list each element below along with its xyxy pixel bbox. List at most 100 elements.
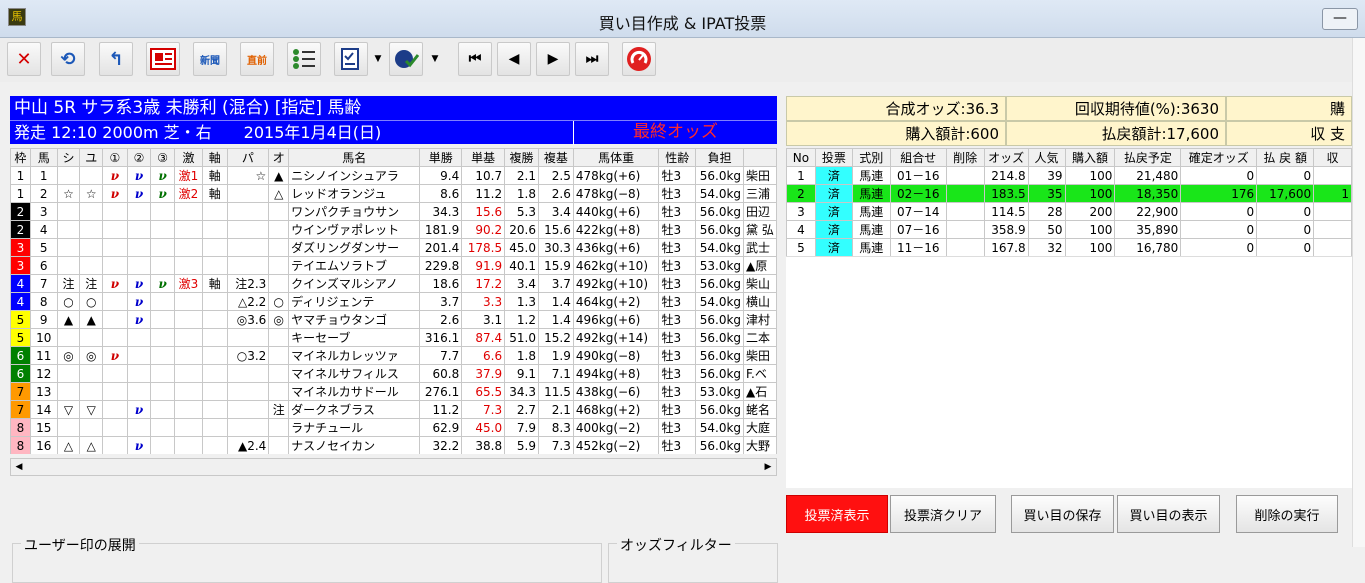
horse-col-header[interactable]: 激 [174, 148, 203, 167]
horse-cell: 牡3 [658, 238, 697, 257]
table-row[interactable]: 6 11 ◎ ◎ ν ○3.2 マイネルカレッツァ 7.7 6.6 1.8 1.9 490kg(−8)… [10, 346, 777, 365]
horse-cell: 1.9 [537, 346, 574, 365]
bet-col-header[interactable]: 式別 [851, 148, 891, 167]
horse-cell: 2 [10, 220, 31, 239]
horse-cell: 柴山 [743, 274, 777, 293]
vote-done-clear-button[interactable]: 投票済クリア [890, 495, 996, 533]
horse-col-header[interactable]: 馬体重 [572, 148, 660, 167]
user-marks-label: ユーザー印の展開 [21, 535, 139, 555]
bet-col-header[interactable]: 購入額 [1064, 148, 1116, 167]
pre-race-button[interactable]: 直前 [240, 42, 274, 76]
horse-col-header[interactable]: 性齢 [658, 148, 697, 167]
minimize-button[interactable]: — [1322, 8, 1358, 30]
horse-col-header[interactable]: 枠 [10, 148, 31, 167]
vote-check-dropdown[interactable]: ▼ [428, 42, 442, 76]
table-row[interactable]: 1 済馬連 01－16 214.8 39 100 21,480 0 0 [786, 166, 1352, 185]
bet-col-header[interactable]: 払 戻 額 [1256, 148, 1315, 167]
horse-cell: 5 [10, 310, 31, 329]
bet-col-header[interactable]: 組合せ [889, 148, 947, 167]
horse-col-header[interactable]: 負担 [695, 148, 745, 167]
horse-col-header[interactable] [743, 148, 777, 167]
horse-col-header[interactable]: パ [226, 148, 270, 167]
table-row[interactable]: 6 12 マイネルサフィルス 60.8 37.9 9.1 7.1 494kg(+8) 牡3 56.… [10, 364, 777, 383]
undo-button[interactable]: ↰ [99, 42, 133, 76]
horse-col-header[interactable]: シ [56, 148, 81, 167]
ipat-button[interactable] [622, 42, 656, 76]
next-button[interactable]: ▶ [536, 42, 570, 76]
horse-cell [56, 202, 81, 221]
table-row[interactable]: 5 9 ▲ ▲ ν ◎3.6 ◎ ヤマチョウタンゴ 2.6 3.1 1.2 1.4 496kg(+6) 牡… [10, 310, 777, 329]
checklist-button[interactable] [334, 42, 368, 76]
horse-cell: 20.6 [504, 220, 539, 239]
refresh-button[interactable]: ⟲ [51, 42, 85, 76]
table-row[interactable]: 5 10 キーセーブ 316.1 87.4 51.0 15.2 492kg(+14) 牡3 56.… [10, 328, 777, 347]
horse-col-header[interactable]: 馬名 [288, 148, 421, 167]
table-row[interactable]: 4 7 注注 ν ν ν 激3 軸注2.3 クインズマルシアノ 18.6 17.2 3.4 3.7 492… [10, 274, 777, 293]
table-row[interactable]: 7 14 ▽ ▽ ν 注ダークネブラス 11.2 7.3 2.7 2.1 468kg(+2) 牡3 56… [10, 400, 777, 419]
vote-check-button[interactable] [389, 42, 423, 76]
horse-cell [201, 220, 228, 239]
horse-col-header[interactable]: オ [268, 148, 290, 167]
table-row[interactable]: 8 16 △ △ ν ▲2.4 ナスノセイカン 32.2 38.8 5.9 7.3 452kg(−2)… [10, 436, 777, 454]
first-button[interactable]: ⏮ [458, 42, 492, 76]
table-row[interactable]: 4 済馬連 07－16 358.9 50 100 35,890 0 0 [786, 220, 1352, 239]
horse-cell [56, 238, 81, 257]
close-button[interactable]: ✕ [7, 42, 41, 76]
table-row[interactable]: 8 15 ラナチュール 62.9 45.0 7.9 8.3 400kg(−2) 牡3 54.0kg… [10, 418, 777, 437]
table-row[interactable]: 3 済馬連 07－14 114.5 28 200 22,900 0 0 [786, 202, 1352, 221]
horse-col-header[interactable]: 軸 [201, 148, 228, 167]
paper-button[interactable] [146, 42, 180, 76]
bet-col-header[interactable]: 人気 [1027, 148, 1066, 167]
table-row[interactable]: 2 3 ワンパクチョウサン 34.3 15.6 5.3 3.4 440kg(+6) 牡3 56.0… [10, 202, 777, 221]
table-row[interactable]: 2 4 ウインヴァポレット 181.9 90.2 20.6 15.6 422kg(+8) 牡3 5… [10, 220, 777, 239]
table-row[interactable]: 4 8 ○ ○ ν △2.2 ○ ディリジェンテ 3.7 3.3 1.3 1.4 464kg(+2) 牡3… [10, 292, 777, 311]
horse-cell [126, 238, 152, 257]
horse-col-header[interactable]: 馬 [29, 148, 58, 167]
horse-col-header[interactable]: ② [126, 148, 152, 167]
horse-cell: 490kg(−8) [572, 346, 660, 365]
horse-cell: 3.7 [419, 292, 463, 311]
checklist-dropdown[interactable]: ▼ [371, 42, 385, 76]
show-bets-button[interactable]: 買い目の表示 [1117, 495, 1220, 533]
horse-col-header[interactable]: ③ [150, 148, 176, 167]
save-bets-button[interactable]: 買い目の保存 [1011, 495, 1114, 533]
horse-cell: ディリジェンテ [288, 292, 421, 311]
horse-col-header[interactable]: 複基 [537, 148, 574, 167]
table-row[interactable]: 5 済馬連 11－16 167.8 32 100 16,780 0 0 [786, 238, 1352, 256]
table-row[interactable]: 7 13 マイネルカサドール 276.1 65.5 34.3 11.5 438kg(−6) 牡3… [10, 382, 777, 401]
newspaper-button[interactable]: 新聞 [193, 42, 227, 76]
horse-cell: F.ベ [743, 364, 777, 383]
table-row[interactable]: 1 2 ☆ ☆ ν ν ν 激2 軸 △ レッドオランジュ 8.6 11.2 1.8 2.6 478kg(−8… [10, 184, 777, 203]
bet-col-header[interactable]: 確定オッズ [1180, 148, 1258, 167]
last-button[interactable]: ⏭ [575, 42, 609, 76]
table-row[interactable]: 3 5 ダズリングダンサー 201.4 178.5 45.0 30.3 436kg(+6) 牡3… [10, 238, 777, 257]
horse-col-header[interactable]: 単基 [461, 148, 506, 167]
bet-cell: 0 [1180, 238, 1258, 256]
vote-done-show-button[interactable]: 投票済表示 [786, 495, 888, 533]
horse-col-header[interactable]: ユ [79, 148, 104, 167]
table-row[interactable]: 2 済馬連 02－16 183.5 35 100 18,350 176 17,600 1 [786, 184, 1352, 203]
bet-col-header[interactable]: オッズ [983, 148, 1029, 167]
exec-delete-button[interactable]: 削除の実行 [1236, 495, 1338, 533]
horse-col-header[interactable]: 単勝 [419, 148, 463, 167]
scroll-right-arrow[interactable]: ▶ [760, 459, 776, 475]
bet-col-header[interactable]: 払戻予定 [1114, 148, 1182, 167]
bet-col-header[interactable]: 投票 [814, 148, 853, 167]
window-scrollbar[interactable] [1352, 38, 1365, 547]
bet-col-header[interactable]: 削除 [945, 148, 985, 167]
horse-cell: 2.7 [504, 400, 539, 419]
bet-cell: 32 [1027, 238, 1066, 256]
table-row[interactable]: 1 1 ν ν ν 激1 軸 ☆ ▲ ニシノインシュアラ 9.4 10.7 2.1 2.5 478kg(+6… [10, 166, 777, 185]
horse-table-hscroll[interactable]: ◀ ▶ [10, 458, 777, 476]
horse-cell: 注 [56, 274, 81, 293]
bet-cell [945, 220, 985, 239]
bet-col-header[interactable]: 収 [1313, 148, 1352, 167]
scroll-left-arrow[interactable]: ◀ [11, 459, 27, 475]
bet-col-header[interactable]: No [786, 148, 816, 167]
horse-cell: ν [102, 184, 128, 203]
horse-col-header[interactable]: 複勝 [504, 148, 539, 167]
list-button[interactable] [287, 42, 321, 76]
table-row[interactable]: 3 6 テイエムソラトブ 229.8 91.9 40.1 15.9 462kg(+10) 牡3 5… [10, 256, 777, 275]
horse-col-header[interactable]: ① [102, 148, 128, 167]
prev-button[interactable]: ◀ [497, 42, 531, 76]
